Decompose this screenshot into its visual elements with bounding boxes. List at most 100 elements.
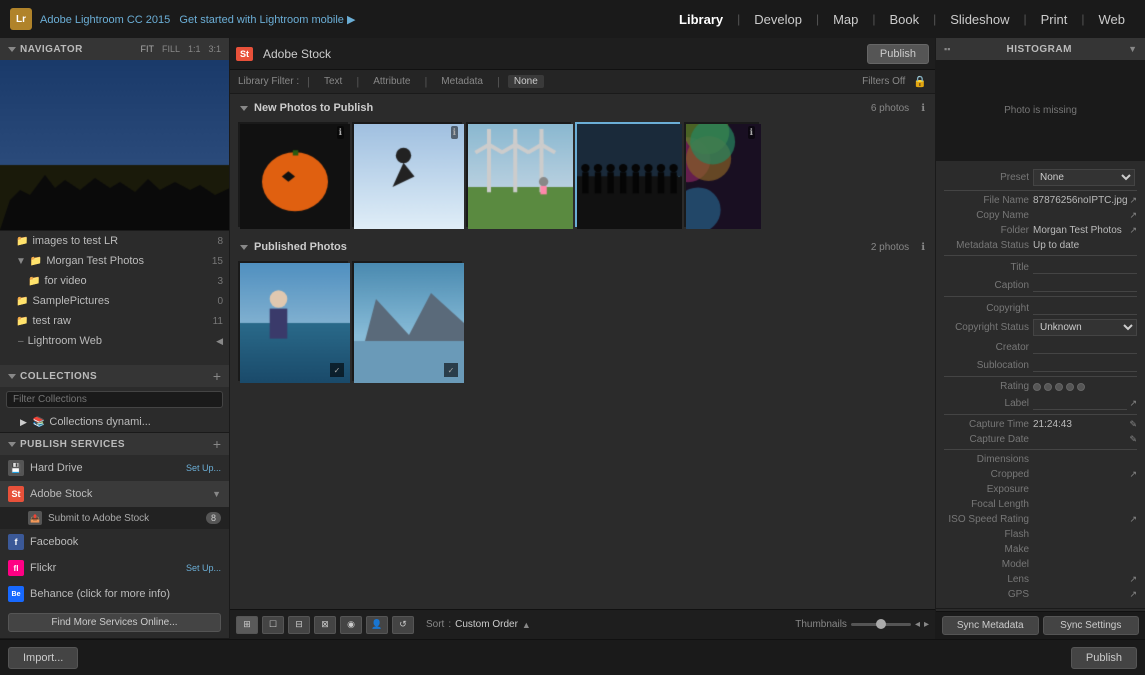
- sub-service-adobe-stock[interactable]: 📤 Submit to Adobe Stock 8: [0, 507, 229, 529]
- collections-add-button[interactable]: +: [213, 369, 221, 383]
- rating-dot-5[interactable]: [1077, 383, 1085, 391]
- app-subtitle[interactable]: Get started with Lightroom mobile: [179, 14, 343, 26]
- view-map-button[interactable]: ◉: [340, 616, 362, 634]
- published-photos-header[interactable]: Published Photos 2 photos ℹ: [234, 237, 931, 257]
- view-loupe-button[interactable]: ☐: [262, 616, 284, 634]
- navigator-3-1[interactable]: 3:1: [208, 44, 221, 54]
- folder-morgan[interactable]: ▼ 📁 Morgan Test Photos 15: [0, 251, 229, 271]
- rating-dot-1[interactable]: [1033, 383, 1041, 391]
- histogram-header[interactable]: ▪▪ Histogram ▼: [936, 38, 1145, 60]
- folder-images-to-test[interactable]: 📁 images to test LR 8: [0, 231, 229, 251]
- capture-date-edit-icon[interactable]: ✎: [1129, 434, 1137, 445]
- histogram-collapse[interactable]: ▼: [1128, 44, 1137, 54]
- iso-go-icon[interactable]: ↗: [1129, 514, 1137, 525]
- view-rotate-left[interactable]: ↺: [392, 616, 414, 634]
- service-facebook[interactable]: f Facebook ‌: [0, 529, 229, 555]
- adobe-stock-dropdown[interactable]: ▼: [212, 489, 221, 499]
- collection-dynamic[interactable]: ▶ 📚 Collections dynami...: [0, 412, 229, 432]
- filter-metadata[interactable]: Metadata: [435, 75, 489, 88]
- publish-services-header[interactable]: Publish Services +: [0, 433, 229, 455]
- import-button[interactable]: Import...: [8, 647, 78, 669]
- nav-book[interactable]: Book: [879, 8, 929, 31]
- filter-text[interactable]: Text: [318, 75, 348, 88]
- sublocation-input[interactable]: [1033, 358, 1137, 372]
- copyright-input[interactable]: [1033, 301, 1137, 315]
- rating-dot-4[interactable]: [1066, 383, 1074, 391]
- nav-map[interactable]: Map: [823, 8, 868, 31]
- right-panel: ▪▪ Histogram ▼ Photo is missing Preset N…: [935, 38, 1145, 639]
- label-go-icon[interactable]: ↗: [1129, 398, 1137, 409]
- thumbnail-smaller-button[interactable]: ◂: [915, 619, 920, 630]
- nav-library[interactable]: Library: [669, 8, 733, 31]
- thumbnail-larger-button[interactable]: ▸: [924, 619, 929, 630]
- caption-input[interactable]: [1033, 278, 1137, 292]
- filter-none[interactable]: None: [508, 75, 544, 88]
- folder-video[interactable]: 📁 for video 3: [0, 271, 229, 291]
- published-collapse-icon: [240, 245, 248, 250]
- preset-select[interactable]: None: [1033, 169, 1135, 186]
- caption-row: Caption: [944, 276, 1137, 294]
- subtitle-arrow[interactable]: ▶: [347, 14, 355, 26]
- label-input[interactable]: [1033, 396, 1127, 410]
- copyright-status-select[interactable]: Unknown: [1033, 319, 1137, 336]
- navigator-fill[interactable]: FILL: [162, 44, 180, 54]
- navigator-1-1[interactable]: 1:1: [188, 44, 201, 54]
- histogram-icon: ▪▪: [944, 44, 950, 54]
- rating-dot-3[interactable]: [1055, 383, 1063, 391]
- view-compare-button[interactable]: ⊟: [288, 616, 310, 634]
- collections-header[interactable]: Collections +: [0, 365, 229, 387]
- lens-go-icon[interactable]: ↗: [1129, 574, 1137, 585]
- photo-mountain[interactable]: ✓: [352, 261, 462, 381]
- new-photos-header[interactable]: New Photos to Publish 6 photos ℹ: [234, 98, 931, 118]
- cropped-go-icon[interactable]: ↗: [1129, 469, 1137, 480]
- folder-icon: 📁: [16, 236, 28, 247]
- filename-go-icon[interactable]: ↗: [1130, 195, 1138, 206]
- navigator-header[interactable]: Navigator FIT FILL 1:1 3:1: [0, 38, 229, 60]
- nav-develop[interactable]: Develop: [744, 8, 812, 31]
- nav-print[interactable]: Print: [1031, 8, 1078, 31]
- navigator-fit[interactable]: FIT: [140, 44, 154, 54]
- service-flickr[interactable]: fl Flickr Set Up...: [0, 555, 229, 581]
- photo-person[interactable]: ✓: [238, 261, 348, 381]
- find-more-services[interactable]: Find More Services Online...: [8, 613, 221, 632]
- rating-value: [1033, 383, 1137, 391]
- sort-value[interactable]: Custom Order: [455, 619, 518, 630]
- service-hard-drive[interactable]: 💾 Hard Drive Set Up...: [0, 455, 229, 481]
- folder-sample[interactable]: 📁 SamplePictures 0: [0, 291, 229, 311]
- rating-dot-2[interactable]: [1044, 383, 1052, 391]
- view-people-button[interactable]: 👤: [366, 616, 388, 634]
- photo-silhouette[interactable]: [575, 122, 680, 227]
- publish-button[interactable]: Publish: [867, 44, 929, 64]
- thumbnail-size-slider[interactable]: [851, 623, 911, 626]
- sync-metadata-button[interactable]: Sync Metadata: [942, 616, 1039, 635]
- filter-lock-icon[interactable]: 🔒: [913, 75, 927, 88]
- service-adobe-stock[interactable]: St Adobe Stock ▼: [0, 481, 229, 507]
- photo-snowboard[interactable]: ℹ: [352, 122, 462, 227]
- service-behance[interactable]: Be Behance (click for more info): [0, 581, 229, 607]
- photo-bubbles[interactable]: ℹ: [684, 122, 759, 227]
- sort-direction[interactable]: ▲: [522, 620, 531, 630]
- bottom-publish-button[interactable]: Publish: [1071, 647, 1137, 669]
- nav-slideshow[interactable]: Slideshow: [940, 8, 1019, 31]
- creator-input[interactable]: [1033, 340, 1137, 354]
- lightroom-web[interactable]: – Lightroom Web ◀: [0, 331, 229, 351]
- folder-raw[interactable]: 📁 test raw 11: [0, 311, 229, 331]
- copyname-go-icon[interactable]: ↗: [1129, 210, 1137, 221]
- nav-web[interactable]: Web: [1089, 8, 1136, 31]
- sync-settings-button[interactable]: Sync Settings: [1043, 616, 1140, 635]
- publish-services-add-button[interactable]: +: [213, 437, 221, 451]
- view-grid-button[interactable]: ⊞: [236, 616, 258, 634]
- gps-go-icon[interactable]: ↗: [1129, 589, 1137, 600]
- slider-handle[interactable]: [876, 619, 886, 629]
- folder-go-icon[interactable]: ↗: [1129, 225, 1137, 236]
- flickr-setup[interactable]: Set Up...: [186, 563, 221, 573]
- photo-windmill[interactable]: [466, 122, 571, 227]
- filter-attribute[interactable]: Attribute: [367, 75, 416, 88]
- photo-pumpkin[interactable]: ℹ: [238, 122, 348, 227]
- hard-drive-setup[interactable]: Set Up...: [186, 463, 221, 473]
- view-survey-button[interactable]: ⊠: [314, 616, 336, 634]
- collections-search-input[interactable]: [6, 391, 223, 408]
- title-input[interactable]: [1033, 260, 1137, 274]
- windmill-canvas: [468, 124, 573, 229]
- capture-time-edit-icon[interactable]: ✎: [1129, 419, 1137, 430]
